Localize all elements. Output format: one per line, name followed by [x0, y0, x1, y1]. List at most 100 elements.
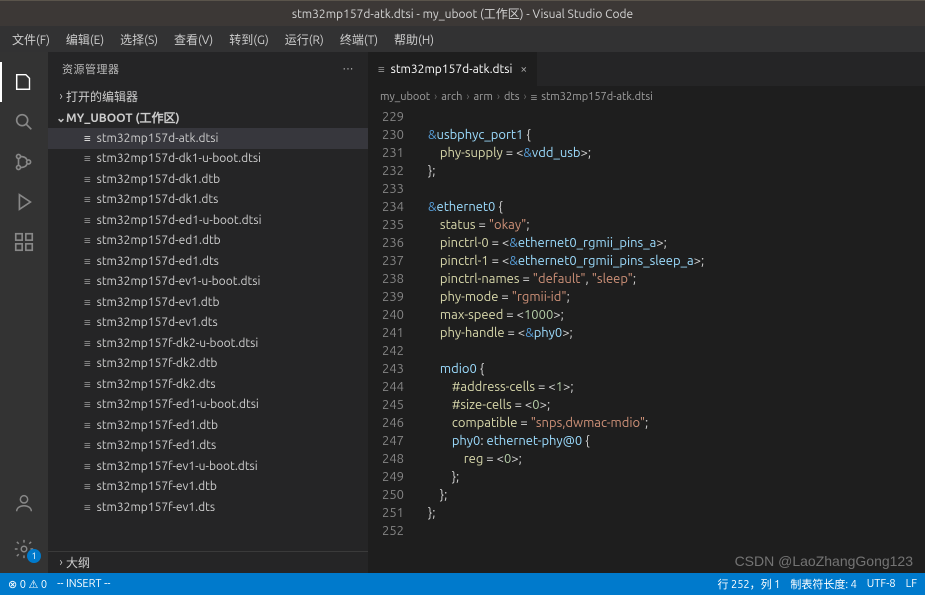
sidebar: 资源管理器 ··· › 打开的编辑器 ⌄ MY_UBOOT (工作区) ≡stm…	[48, 52, 368, 573]
code[interactable]: &usbphyc_port1 { phy-supply = <&vdd_usb>…	[420, 108, 925, 573]
code-line[interactable]: };	[428, 486, 925, 504]
code-line[interactable]	[428, 522, 925, 540]
line-number: 243	[368, 360, 404, 378]
status-mode: -- INSERT --	[57, 578, 110, 590]
file-icon: ≡	[84, 152, 91, 165]
status-enc[interactable]: UTF-8	[867, 578, 896, 590]
menu-item[interactable]: 选择(S)	[112, 29, 166, 50]
code-line[interactable]: status = "okay";	[428, 216, 925, 234]
code-line[interactable]	[428, 180, 925, 198]
file-item[interactable]: ≡stm32mp157f-dk2.dtb	[48, 354, 368, 375]
code-line[interactable]: pinctrl-1 = <&ethernet0_rgmii_pins_sleep…	[428, 252, 925, 270]
menu-item[interactable]: 文件(F)	[4, 29, 58, 50]
code-line[interactable]: &usbphyc_port1 {	[428, 126, 925, 144]
file-label: stm32mp157d-dk1.dtb	[97, 173, 221, 186]
settings-badge: 1	[27, 549, 41, 563]
file-item[interactable]: ≡stm32mp157d-ev1.dtb	[48, 292, 368, 313]
status-eol[interactable]: LF	[906, 578, 917, 590]
file-item[interactable]: ≡stm32mp157f-ed1.dtb	[48, 415, 368, 436]
chevron-right-icon: ›	[56, 556, 66, 569]
code-line[interactable]: };	[428, 162, 925, 180]
files-icon[interactable]	[0, 62, 48, 102]
file-item[interactable]: ≡stm32mp157f-ev1.dts	[48, 497, 368, 518]
code-line[interactable]: reg = <0>;	[428, 450, 925, 468]
code-line[interactable]	[428, 108, 925, 126]
code-line[interactable]: mdio0 {	[428, 360, 925, 378]
debug-icon[interactable]	[0, 182, 48, 222]
code-line[interactable]: };	[428, 468, 925, 486]
file-item[interactable]: ≡stm32mp157f-ed1-u-boot.dtsi	[48, 395, 368, 416]
line-number: 230	[368, 126, 404, 144]
menu-item[interactable]: 帮助(H)	[386, 29, 442, 50]
settings-icon[interactable]: 1	[0, 529, 48, 569]
gutter: 2292302312322332342352362372382392402412…	[368, 108, 420, 573]
file-item[interactable]: ≡stm32mp157d-dk1.dtb	[48, 169, 368, 190]
file-item[interactable]: ≡stm32mp157f-ed1.dts	[48, 436, 368, 457]
code-line[interactable]: phy0: ethernet-phy@0 {	[428, 432, 925, 450]
tab-active[interactable]: ≡ stm32mp157d-atk.dtsi ×	[368, 52, 538, 86]
breadcrumb-item[interactable]: my_uboot	[380, 91, 430, 103]
line-number: 236	[368, 234, 404, 252]
menu-item[interactable]: 转到(G)	[221, 29, 277, 50]
file-item[interactable]: ≡stm32mp157f-dk2-u-boot.dtsi	[48, 333, 368, 354]
line-number: 240	[368, 306, 404, 324]
chevron-right-icon: ›	[56, 90, 66, 103]
line-number: 250	[368, 486, 404, 504]
code-line[interactable]: phy-mode = "rgmii-id";	[428, 288, 925, 306]
code-line[interactable]: max-speed = <1000>;	[428, 306, 925, 324]
status-line[interactable]: 行 252，列 1	[717, 576, 780, 592]
outline-section[interactable]: › 大纲	[48, 551, 368, 573]
breadcrumb-item[interactable]: arm	[474, 91, 493, 103]
window-title: stm32mp157d-atk.dtsi - my_uboot (工作区) - …	[292, 5, 633, 22]
breadcrumb-item[interactable]: arch	[441, 91, 462, 103]
code-line[interactable]: compatible = "snps,dwmac-mdio";	[428, 414, 925, 432]
file-item[interactable]: ≡stm32mp157d-dk1.dts	[48, 190, 368, 211]
status-tab[interactable]: 制表符长度: 4	[790, 576, 856, 592]
code-line[interactable]: phy-supply = <&vdd_usb>;	[428, 144, 925, 162]
file-item[interactable]: ≡stm32mp157f-dk2.dts	[48, 374, 368, 395]
code-line[interactable]	[428, 342, 925, 360]
file-item[interactable]: ≡stm32mp157d-ev1-u-boot.dtsi	[48, 272, 368, 293]
code-line[interactable]: phy-handle = <&phy0>;	[428, 324, 925, 342]
file-item[interactable]: ≡stm32mp157d-ev1.dts	[48, 313, 368, 334]
status-errors[interactable]: ⊗ 0 ⚠ 0	[8, 578, 47, 591]
code-line[interactable]: pinctrl-0 = <&ethernet0_rgmii_pins_a>;	[428, 234, 925, 252]
menu-item[interactable]: 编辑(E)	[58, 29, 112, 50]
file-item[interactable]: ≡stm32mp157d-atk.dtsi	[48, 128, 368, 149]
file-item[interactable]: ≡stm32mp157d-ed1.dts	[48, 251, 368, 272]
menu-item[interactable]: 终端(T)	[332, 29, 386, 50]
breadcrumb-item[interactable]: dts	[504, 91, 520, 103]
code-line[interactable]: #size-cells = <0>;	[428, 396, 925, 414]
file-item[interactable]: ≡stm32mp157d-dk1-u-boot.dtsi	[48, 149, 368, 170]
file-item[interactable]: ≡stm32mp157f-ev1.dtb	[48, 477, 368, 498]
file-label: stm32mp157f-ed1.dtb	[97, 419, 218, 432]
sidebar-header: 资源管理器 ···	[48, 52, 368, 86]
file-icon: ≡	[84, 214, 91, 227]
scm-icon[interactable]	[0, 142, 48, 182]
tabs: ≡ stm32mp157d-atk.dtsi ×	[368, 52, 925, 86]
breadcrumb[interactable]: my_uboot›arch›arm›dts›≡ stm32mp157d-atk.…	[368, 86, 925, 108]
file-label: stm32mp157f-ed1.dts	[97, 439, 217, 452]
code-line[interactable]: &ethernet0 {	[428, 198, 925, 216]
file-icon: ≡	[84, 337, 91, 350]
menu-item[interactable]: 查看(V)	[166, 29, 221, 50]
more-icon[interactable]: ···	[343, 63, 354, 75]
extensions-icon[interactable]	[0, 222, 48, 262]
file-item[interactable]: ≡stm32mp157f-ev1-u-boot.dtsi	[48, 456, 368, 477]
code-line[interactable]: #address-cells = <1>;	[428, 378, 925, 396]
file-item[interactable]: ≡stm32mp157d-ed1.dtb	[48, 231, 368, 252]
code-line[interactable]: pinctrl-names = "default", "sleep";	[428, 270, 925, 288]
code-line[interactable]: };	[428, 504, 925, 522]
title-bar: stm32mp157d-atk.dtsi - my_uboot (工作区) - …	[0, 0, 925, 26]
file-icon: ≡	[531, 91, 538, 104]
line-number: 229	[368, 108, 404, 126]
code-area[interactable]: 2292302312322332342352362372382392402412…	[368, 108, 925, 573]
menu-item[interactable]: 运行(R)	[277, 29, 332, 50]
file-item[interactable]: ≡stm32mp157d-ed1-u-boot.dtsi	[48, 210, 368, 231]
account-icon[interactable]	[0, 483, 48, 523]
search-icon[interactable]	[0, 102, 48, 142]
close-icon[interactable]: ×	[520, 63, 527, 76]
workspace-section[interactable]: ⌄ MY_UBOOT (工作区)	[48, 107, 368, 128]
breadcrumb-item[interactable]: stm32mp157d-atk.dtsi	[541, 91, 653, 103]
open-editors-section[interactable]: › 打开的编辑器	[48, 86, 368, 107]
